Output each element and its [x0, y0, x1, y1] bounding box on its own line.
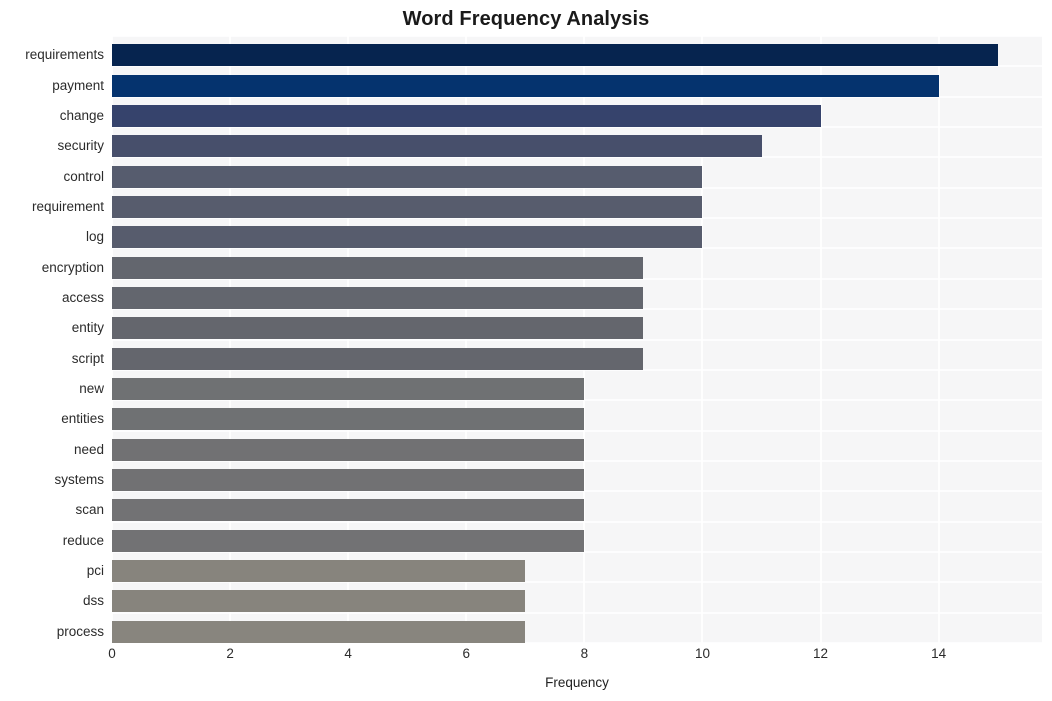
x-axis-title: Frequency — [545, 675, 609, 690]
bar — [112, 165, 703, 188]
bar — [112, 74, 939, 97]
chart-title: Word Frequency Analysis — [402, 8, 650, 30]
y-axis-tick-label: scan — [75, 502, 104, 518]
y-axis-tick-label: security — [57, 138, 104, 154]
bar — [112, 499, 585, 522]
bar — [112, 195, 703, 218]
bar — [112, 317, 644, 340]
bar — [112, 469, 585, 492]
y-axis-tick-label: change — [59, 107, 104, 123]
bar — [112, 44, 998, 67]
bar — [112, 408, 585, 431]
y-axis-tick-label: new — [79, 381, 104, 397]
bar — [112, 347, 644, 370]
bar — [112, 104, 821, 127]
word-frequency-bar-chart: Word Frequency Analysis requirements paym… — [0, 0, 1052, 701]
x-axis-ticks: 0 2 4 6 8 10 12 14 — [108, 645, 1042, 669]
y-axis-tick-label: need — [73, 441, 104, 457]
x-axis-tick-label: 8 — [580, 646, 589, 661]
y-axis-tick-label: entity — [71, 320, 104, 336]
bar — [112, 135, 762, 158]
bar — [112, 438, 585, 461]
bar — [112, 226, 703, 249]
y-axis-labels: requirements payment change security control… — [0, 36, 104, 643]
bar — [112, 620, 526, 643]
x-axis-tick-label: 0 — [108, 646, 116, 661]
y-axis-tick-label: control — [63, 168, 104, 184]
bar — [112, 256, 644, 279]
y-axis-tick-label: requirements — [25, 47, 104, 63]
x-axis-tick-label: 6 — [462, 646, 471, 661]
x-axis-tick-label: 14 — [931, 646, 947, 661]
y-axis-tick-label: systems — [54, 472, 104, 488]
bar — [112, 560, 526, 583]
y-axis-tick-label: process — [56, 623, 104, 639]
y-axis-tick-label: script — [71, 350, 104, 366]
x-axis-tick-label: 2 — [226, 646, 234, 661]
y-axis-tick-label: reduce — [62, 532, 104, 548]
horizontal-gridline — [112, 36, 1042, 37]
y-axis-tick-label: encryption — [41, 259, 104, 275]
x-axis-tick-label: 10 — [694, 646, 710, 661]
bar — [112, 286, 644, 309]
y-axis-tick-label: log — [85, 229, 104, 245]
x-axis-tick-label: 4 — [344, 646, 352, 661]
bar — [112, 529, 585, 552]
bar — [112, 590, 526, 613]
y-axis-tick-label: requirement — [31, 198, 104, 214]
bar — [112, 378, 585, 401]
y-axis-tick-label: access — [61, 289, 104, 305]
y-axis-tick-label: pci — [86, 563, 104, 579]
plot-area — [112, 36, 1042, 643]
y-axis-tick-label: payment — [52, 77, 104, 93]
y-axis-tick-label: dss — [82, 593, 104, 609]
y-axis-tick-label: entities — [61, 411, 104, 427]
x-axis-tick-label: 12 — [813, 646, 829, 661]
